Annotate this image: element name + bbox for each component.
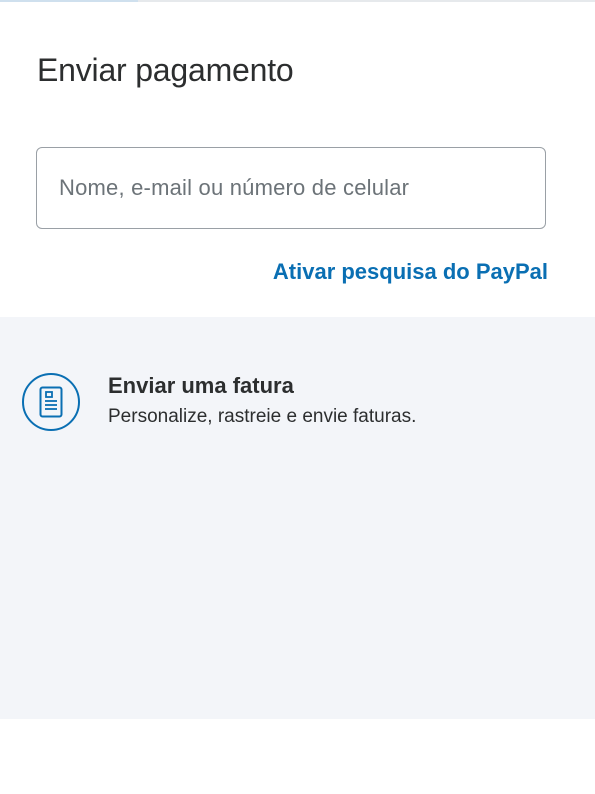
enable-paypal-search-link[interactable]: Ativar pesquisa do PayPal [273,258,548,286]
document-icon [22,373,80,431]
recipient-search-field[interactable] [36,147,546,229]
top-divider [0,0,595,2]
send-invoice-text: Enviar uma fatura Personalize, rastreie … [108,372,416,430]
send-invoice-option[interactable]: Enviar uma fatura Personalize, rastreie … [22,372,562,436]
page-title: Enviar pagamento [37,52,294,88]
recipient-search-input[interactable] [57,174,525,202]
send-payment-screen: Enviar pagamento Ativar pesquisa do PayP… [0,0,595,794]
options-panel: Enviar uma fatura Personalize, rastreie … [0,317,595,719]
send-invoice-subtitle: Personalize, rastreie e envie faturas. [108,406,417,427]
top-divider-accent [0,0,138,2]
send-invoice-title: Enviar uma fatura [108,373,294,398]
document-icon-glyph [39,386,63,418]
